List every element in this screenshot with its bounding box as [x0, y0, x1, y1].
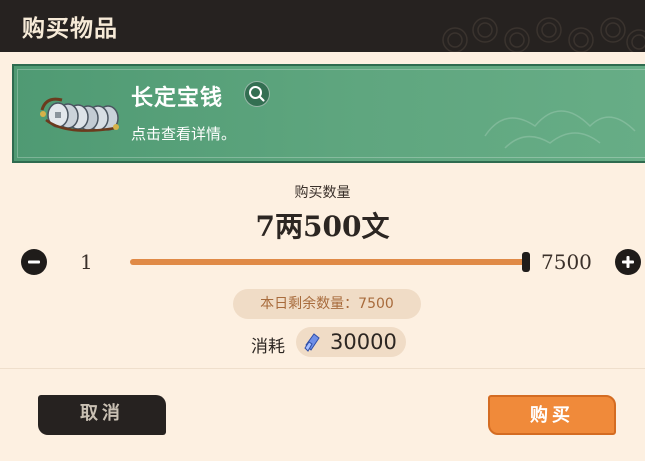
- dialog-title: 购买物品: [22, 15, 118, 42]
- slider-min-value: 1: [80, 250, 93, 274]
- minus-icon: [28, 260, 40, 264]
- cancel-button[interactable]: 取消: [38, 395, 166, 435]
- cost-label: 消耗: [251, 337, 285, 357]
- cloud-pattern-decoration: [484, 110, 636, 149]
- cost-value: 30000: [330, 330, 397, 354]
- slider-max-value: 7500: [541, 250, 592, 274]
- plus-icon: [622, 256, 634, 268]
- cloud-pattern-decoration: [442, 17, 645, 52]
- decrease-button[interactable]: [21, 249, 47, 275]
- buy-button[interactable]: 购买: [488, 395, 616, 435]
- magnify-icon[interactable]: [244, 81, 270, 107]
- quantity-slider[interactable]: [130, 252, 530, 272]
- increase-button[interactable]: [615, 249, 641, 275]
- dialog-header: 购买物品: [0, 0, 645, 52]
- slider-handle[interactable]: [522, 252, 530, 272]
- quantity-value: 7两500文: [255, 210, 390, 243]
- item-name: 长定宝钱: [131, 85, 224, 111]
- item-description[interactable]: 点击查看详情。: [131, 123, 236, 144]
- divider: [0, 368, 645, 369]
- quantity-label: 购买数量: [294, 185, 351, 201]
- coin-string-icon: [40, 97, 119, 132]
- remaining-quantity-badge: 本日剩余数量：7500: [233, 289, 421, 319]
- slider-fill: [130, 259, 526, 265]
- crystal-currency-icon: [304, 333, 320, 352]
